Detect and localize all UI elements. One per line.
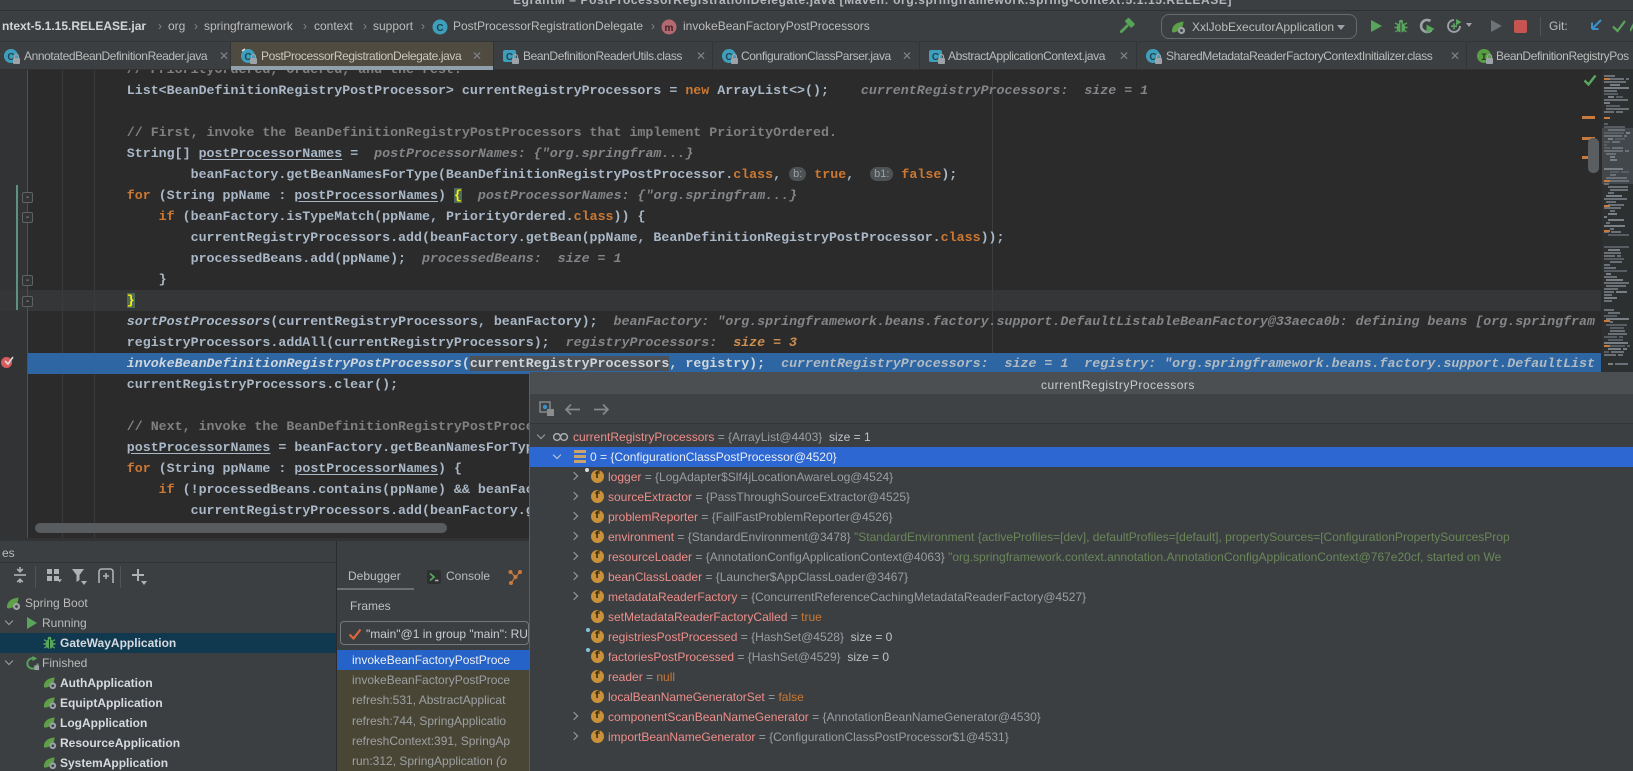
svg-text:C: C [436, 23, 443, 34]
svg-text:m: m [665, 23, 674, 34]
